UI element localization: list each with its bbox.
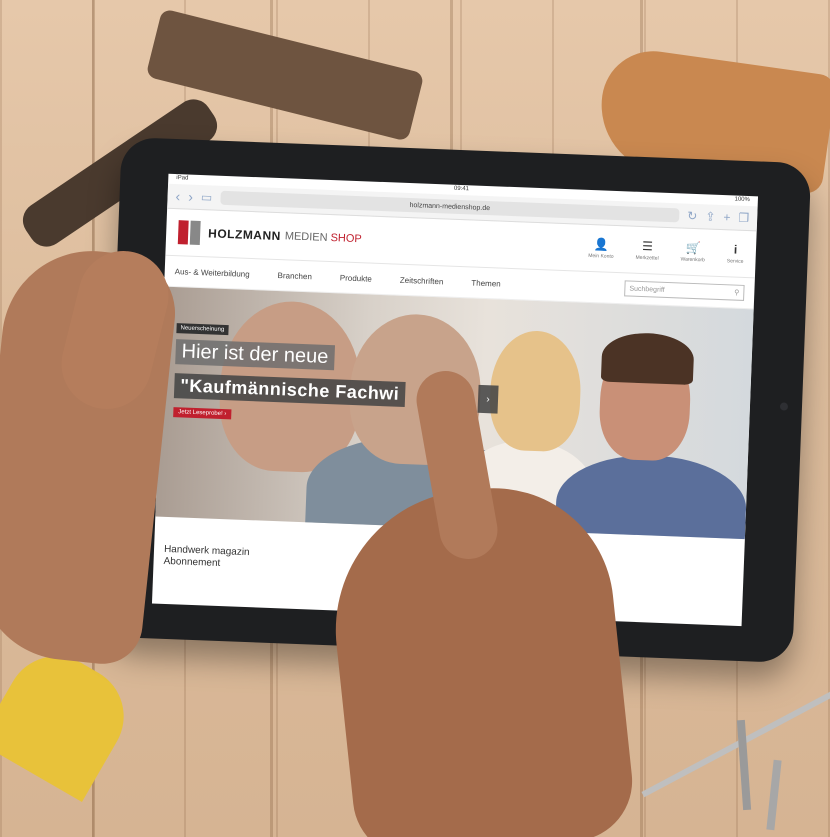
wishlist-button[interactable]: ☰ Merkzettel xyxy=(635,239,659,262)
user-icon: 👤 xyxy=(593,237,610,252)
service-button[interactable]: i Service xyxy=(727,242,745,265)
info-icon: i xyxy=(733,242,738,257)
person-face xyxy=(488,329,583,453)
nav-item[interactable]: Aus- & Weiterbildung xyxy=(175,267,250,279)
hero-headline: Hier ist der neue xyxy=(175,339,335,371)
tablet-camera xyxy=(779,402,789,411)
status-device: iPad xyxy=(176,175,189,182)
new-tab-icon[interactable]: + xyxy=(723,210,731,224)
photo-scene: iPad 09:41 100% ‹ › ▭ holzmann-mediensho… xyxy=(0,0,830,837)
metal-rod xyxy=(641,688,830,798)
hero-next-arrow-icon[interactable]: › xyxy=(477,384,499,414)
list-icon: ☰ xyxy=(641,238,654,254)
cart-icon: 🛒 xyxy=(685,240,701,256)
search-input[interactable]: Suchbegriff ⚲ xyxy=(624,280,745,301)
bookmarks-icon[interactable]: ▭ xyxy=(201,190,213,204)
status-battery: 100% xyxy=(734,196,750,204)
nav-item[interactable]: Themen xyxy=(471,278,501,288)
back-icon[interactable]: ‹ xyxy=(175,188,180,204)
account-button[interactable]: 👤 Mein Konto xyxy=(588,237,614,260)
url-text: holzmann-medienshop.de xyxy=(409,201,491,212)
logo-text[interactable]: HOLZMANN xyxy=(208,226,281,243)
logo-mark[interactable] xyxy=(177,220,201,246)
search-placeholder: Suchbegriff xyxy=(629,285,665,294)
header-icons: 👤 Mein Konto ☰ Merkzettel 🛒 Warenkorb i … xyxy=(588,237,744,265)
nav-item[interactable]: Produkte xyxy=(340,273,372,283)
screwdriver-handle xyxy=(0,638,142,802)
tabs-icon[interactable]: ❐ xyxy=(738,211,749,225)
forward-icon[interactable]: › xyxy=(188,189,193,205)
cart-button[interactable]: 🛒 Warenkorb xyxy=(680,240,705,264)
reload-icon[interactable]: ↻ xyxy=(687,209,698,223)
person-hair xyxy=(600,331,695,386)
search-icon[interactable]: ⚲ xyxy=(734,289,739,297)
nav-item[interactable]: Zeitschriften xyxy=(400,275,444,286)
hero-tag: Neuerscheinung xyxy=(176,323,229,336)
logo-sub: MEDIEN xyxy=(284,230,328,244)
screw xyxy=(766,759,782,831)
teaser-link[interactable]: Handwerk magazin Abonnement xyxy=(163,544,354,575)
hero-cta-button[interactable]: Jetzt Leseprobe! › xyxy=(173,407,232,420)
logo-shop: SHOP xyxy=(330,232,362,246)
status-time: 09:41 xyxy=(453,185,470,193)
share-icon[interactable]: ⇪ xyxy=(705,209,716,223)
nav-item[interactable]: Branchen xyxy=(277,271,312,281)
